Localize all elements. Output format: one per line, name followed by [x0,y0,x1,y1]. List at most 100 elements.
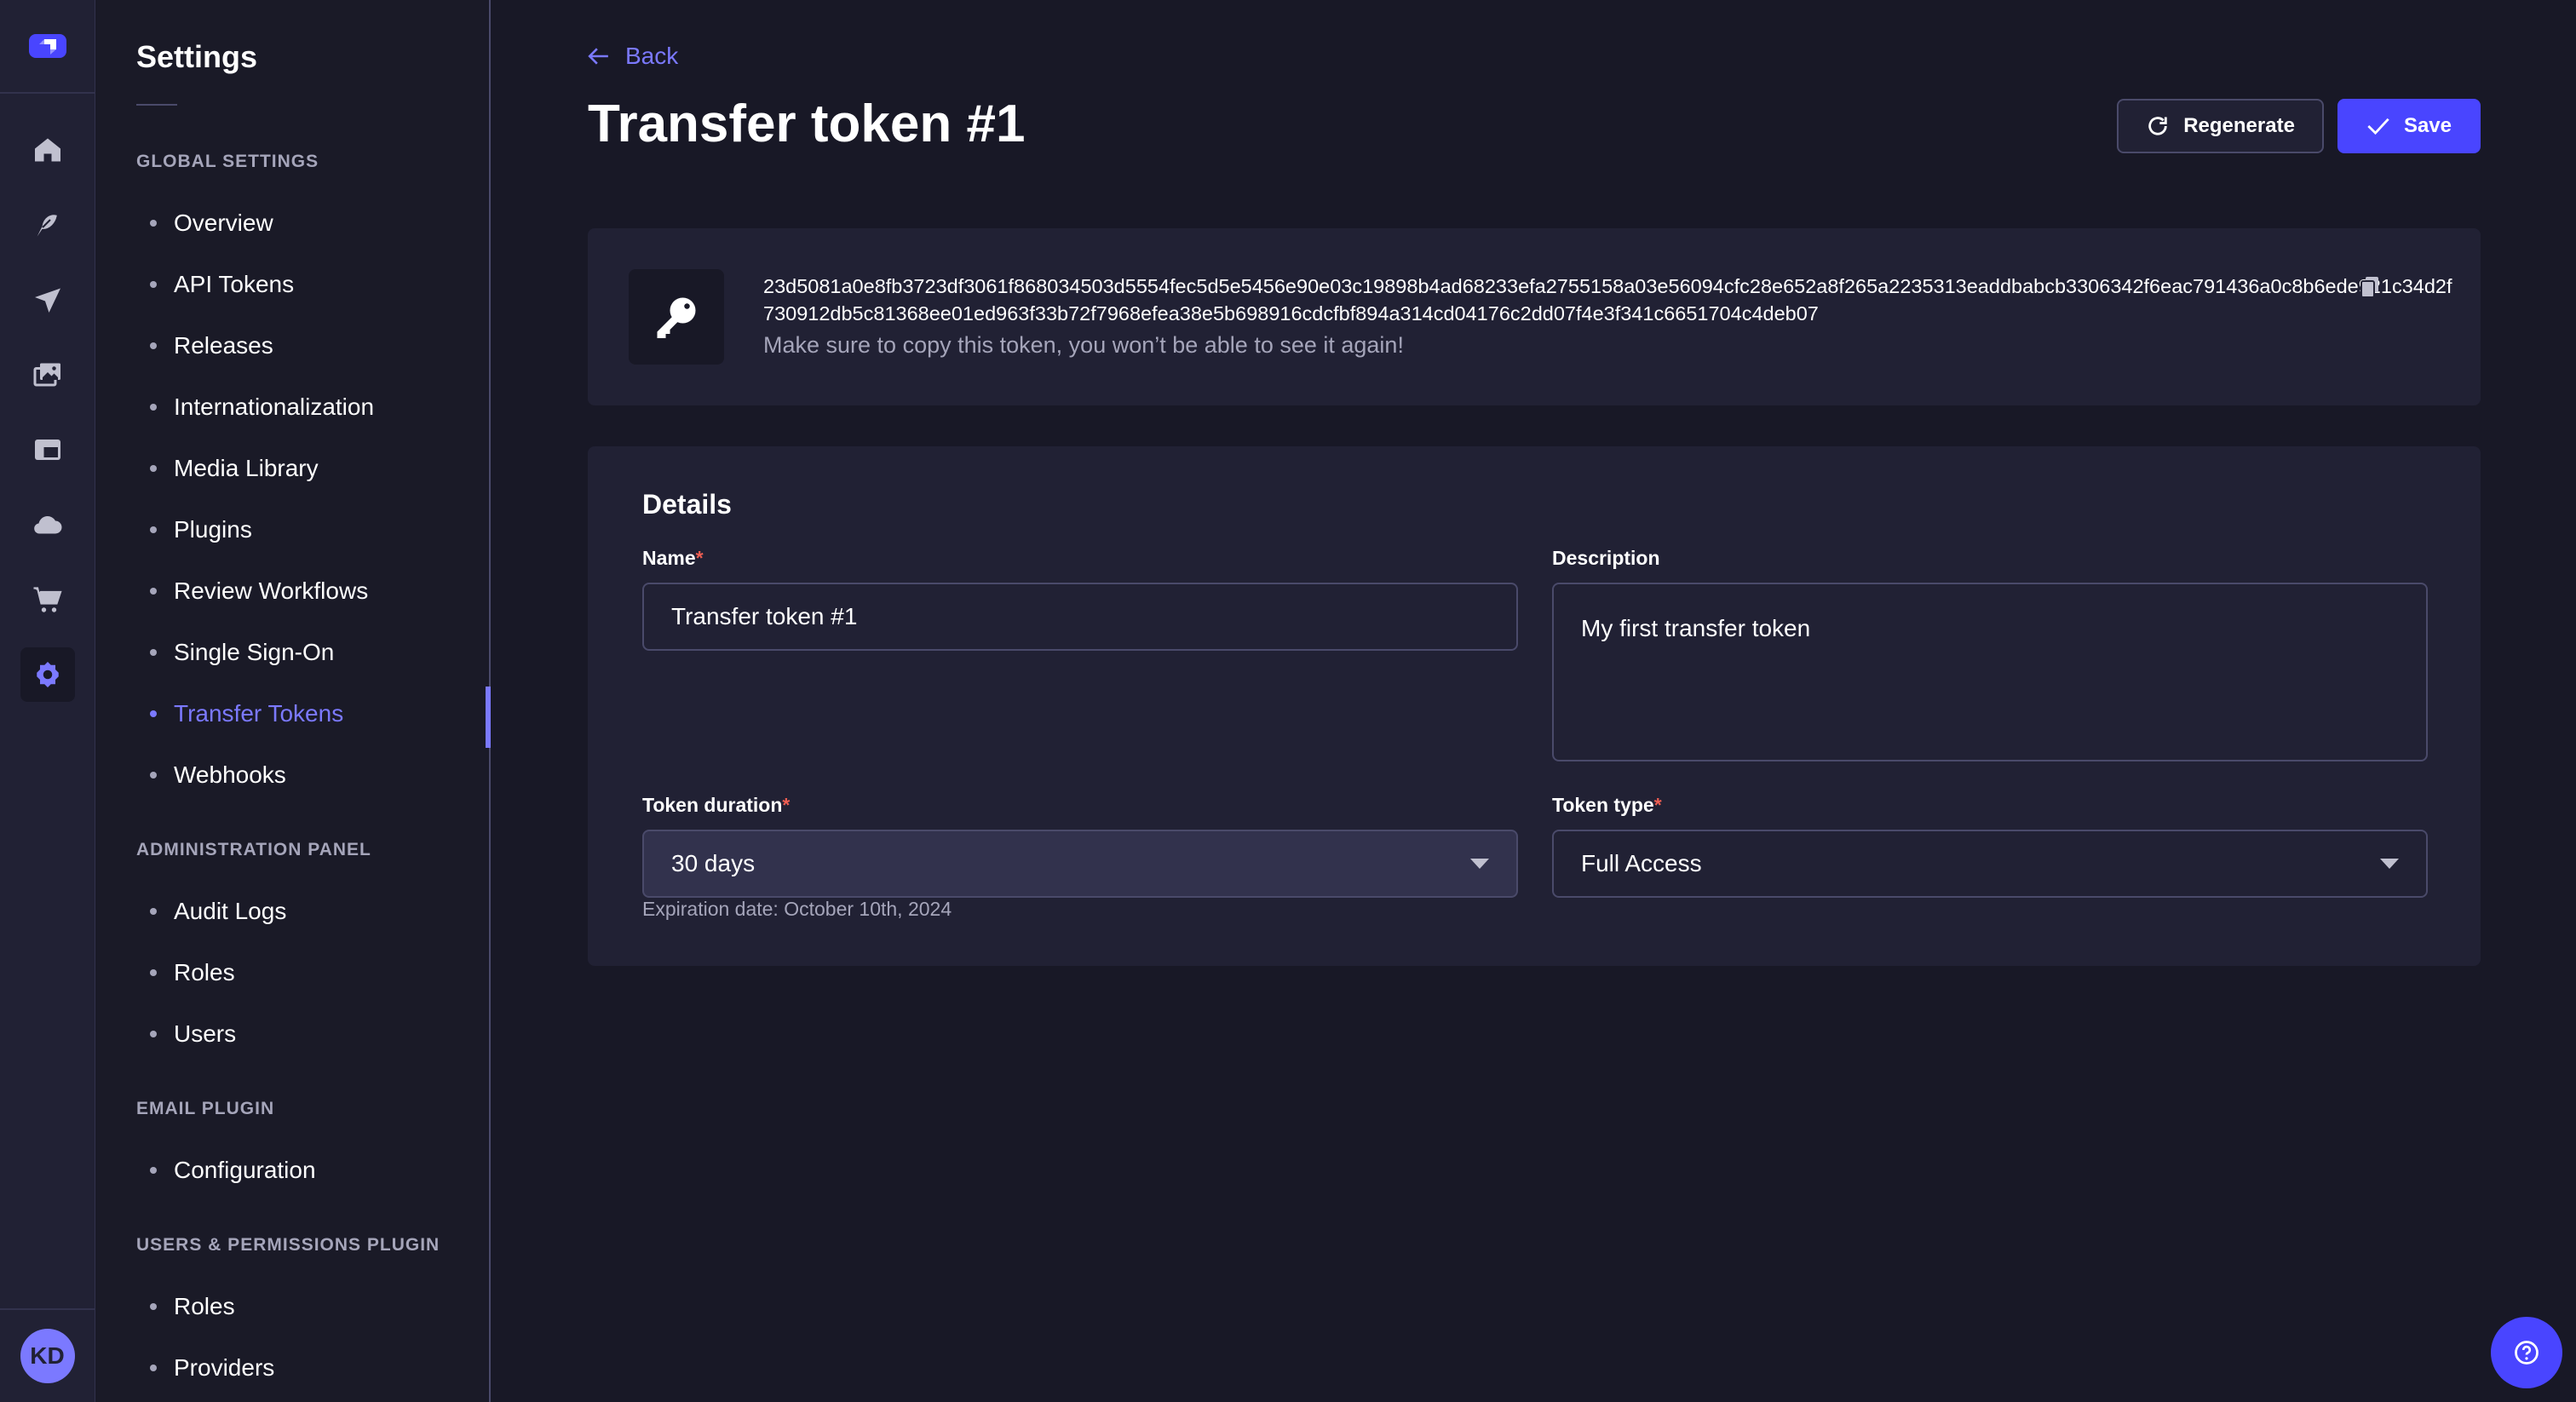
token-card: 23d5081a0e8fb3723df3061f868034503d5554fe… [588,228,2481,405]
required-asterisk: * [782,794,791,816]
nav-item-releases[interactable]: Releases [150,332,273,359]
bullet-icon [150,404,157,411]
nav-item-label: Roles [174,1293,235,1319]
back-label: Back [625,43,679,69]
rail-item-marketplace[interactable] [0,562,95,637]
rail-item-releases[interactable] [0,262,95,337]
token-type-select[interactable]: Full Access [1552,830,2428,898]
nav-item-label: Audit Logs [174,898,287,924]
bullet-icon [150,588,157,595]
help-button[interactable] [2491,1317,2562,1388]
nav-item-webhooks[interactable]: Webhooks [150,761,286,789]
nav-item-transfer-tokens[interactable]: Transfer Tokens [150,700,343,727]
details-card: Details Name* Transfer token #1 Descript… [588,446,2481,966]
nav-item-media-library[interactable]: Media Library [150,455,319,482]
token-type-label-text: Token type [1552,794,1654,816]
check-icon [2367,118,2389,135]
key-icon-box [629,269,724,365]
nav-item-up-roles[interactable]: Roles [150,1293,235,1320]
section-global-settings: GLOBAL SETTINGS [136,152,319,171]
nav-item-label: Roles [174,959,235,985]
key-icon [657,297,696,338]
nav-item-plugins[interactable]: Plugins [150,516,252,543]
bullet-icon [150,1303,157,1310]
save-button[interactable]: Save [2337,99,2481,153]
expiration-date-hint: Expiration date: October 10th, 2024 [642,898,952,920]
rail-item-media-library[interactable] [0,337,95,412]
nav-item-internationalization[interactable]: Internationalization [150,394,374,421]
name-label-text: Name [642,547,696,569]
gear-icon [20,647,75,702]
arrow-left-icon [588,48,608,65]
settings-nav: Settings GLOBAL SETTINGS Overview API To… [95,0,491,1402]
token-duration-select[interactable]: 30 days [642,830,1518,898]
nav-item-label: Transfer Tokens [174,700,344,727]
nav-item-label: Configuration [174,1157,316,1183]
section-email-plugin: EMAIL PLUGIN [136,1099,275,1118]
details-heading: Details [642,489,732,520]
rail-item-settings[interactable] [0,637,95,712]
feather-icon [20,198,75,252]
nav-item-label: API Tokens [174,271,295,297]
rail-item-content-type-builder[interactable] [0,412,95,487]
cart-icon [20,572,75,627]
nav-item-audit-logs[interactable]: Audit Logs [150,898,286,925]
copy-icon[interactable] [2360,276,2380,302]
bullet-icon [150,1031,157,1037]
strapi-logo-icon[interactable] [28,34,66,58]
rail-item-home[interactable] [0,112,95,187]
description-label: Description [1552,547,1660,570]
nav-item-label: Plugins [174,516,252,543]
nav-item-label: Users [174,1020,237,1047]
settings-nav-title: Settings [136,39,258,74]
nav-item-label: Releases [174,332,273,359]
regenerate-button[interactable]: Regenerate [2117,99,2324,153]
token-type-value: Full Access [1581,850,1702,876]
nav-item-configuration[interactable]: Configuration [150,1157,316,1184]
rail-item-content-manager[interactable] [0,187,95,262]
bullet-icon [150,772,157,779]
description-label-text: Description [1552,547,1660,569]
paper-plane-icon [20,273,75,327]
home-icon [20,123,75,177]
token-string[interactable]: 23d5081a0e8fb3723df3061f868034503d5554fe… [763,275,2452,325]
user-menu[interactable]: KD [0,1308,95,1402]
cloud-icon [20,497,75,552]
bullet-icon [150,281,157,288]
chevron-down-icon [2380,859,2399,869]
token-duration-label: Token duration* [642,794,790,817]
nav-item-label: Webhooks [174,761,286,788]
token-type-label: Token type* [1552,794,1662,817]
nav-item-single-sign-on[interactable]: Single Sign-On [150,639,334,666]
name-input-value: Transfer token #1 [671,603,858,629]
images-icon [20,348,75,402]
rail-item-deploy[interactable] [0,487,95,562]
avatar[interactable]: KD [20,1329,75,1383]
token-value[interactable]: 23d5081a0e8fb3723df3061f868034503d5554fe… [763,273,2458,327]
settings-nav-divider [136,104,177,106]
description-textarea[interactable]: My first transfer token [1552,583,2428,761]
nav-item-providers[interactable]: Providers [150,1354,274,1382]
nav-item-api-tokens[interactable]: API Tokens [150,271,294,298]
nav-item-overview[interactable]: Overview [150,210,273,237]
bullet-icon [150,649,157,656]
bullet-icon [150,526,157,533]
bullet-icon [150,220,157,227]
name-input[interactable]: Transfer token #1 [642,583,1518,651]
rail-nav-list [0,94,95,712]
nav-item-review-workflows[interactable]: Review Workflows [150,577,368,605]
required-asterisk: * [695,547,704,569]
section-administration-panel: ADMINISTRATION PANEL [136,840,371,859]
bullet-icon [150,465,157,472]
nav-item-users[interactable]: Users [150,1020,236,1048]
main-content: Back Transfer token #1 Regenerate Save 2… [491,0,2576,1402]
header-actions: Regenerate Save [2117,99,2481,153]
bullet-icon [150,710,157,717]
nav-item-label: Providers [174,1354,275,1381]
nav-item-roles[interactable]: Roles [150,959,235,986]
nav-item-label: Media Library [174,455,319,481]
main-nav-rail: KD [0,0,95,1402]
bullet-icon [150,969,157,976]
token-duration-value: 30 days [671,850,756,876]
back-link[interactable]: Back [588,43,678,70]
